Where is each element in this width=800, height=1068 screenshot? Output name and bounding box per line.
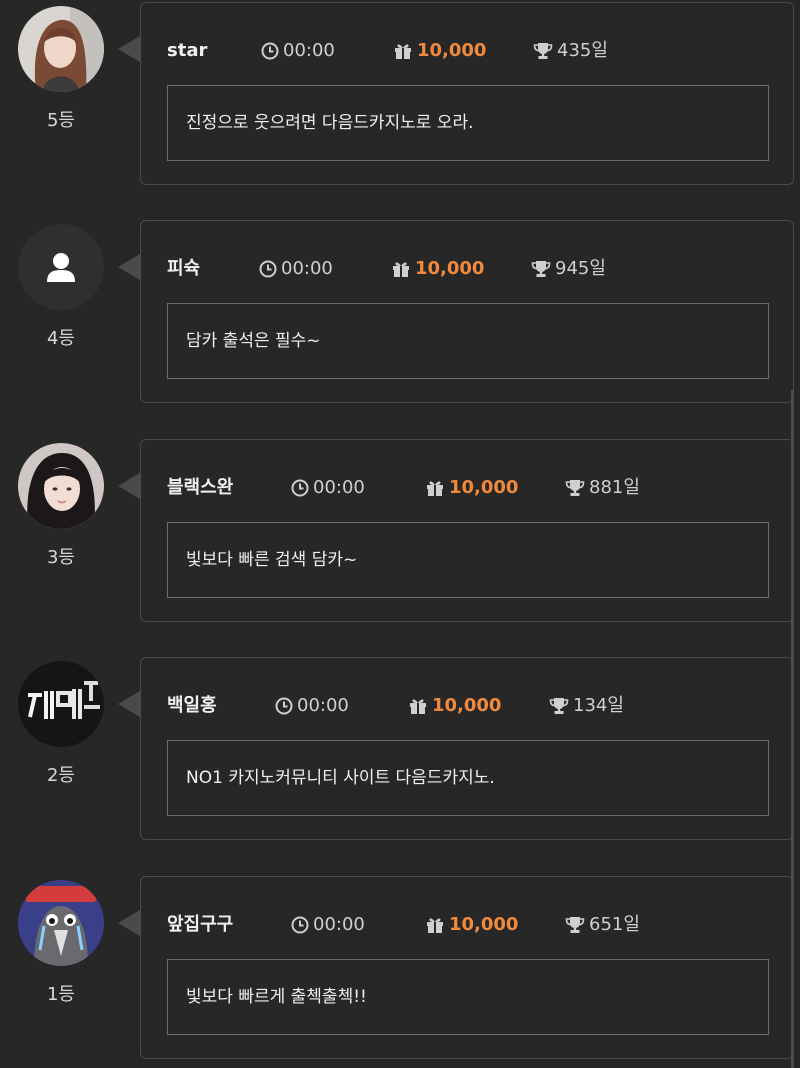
card-pointer <box>118 36 140 62</box>
points-stat: 10,000 <box>408 692 501 720</box>
time-stat: 00:00 <box>291 911 365 939</box>
neon-sign-photo-icon <box>18 661 104 747</box>
trophy-icon <box>531 260 551 278</box>
clock-icon <box>261 42 279 60</box>
list-item: 4등 피슉 00:00 10,000 945일 담카 출석은 필수~ <box>0 220 800 405</box>
gift-icon <box>425 916 445 934</box>
comment-card: 앞집구구 00:00 10,000 651일 빛보다 빠르게 출첵출첵!! <box>140 876 794 1059</box>
scrollbar[interactable] <box>791 390 794 1068</box>
gift-icon <box>391 260 411 278</box>
days-stat: 651일 <box>565 911 640 939</box>
points-stat: 10,000 <box>393 37 486 65</box>
comment-card: star 00:00 10,000 435일 진정으로 웃으려면 다음드카지노로 <box>140 2 794 185</box>
user-name[interactable]: 블랙스완 <box>167 474 233 502</box>
comment-text: 담카 출석은 필수~ <box>167 303 769 379</box>
points-value: 10,000 <box>415 258 485 279</box>
points-stat: 10,000 <box>391 255 484 283</box>
time-value: 00:00 <box>297 695 349 716</box>
days-stat: 435일 <box>533 37 608 65</box>
list-item: 5등 star 00:00 10,000 435일 진정으로 웃으려면 다음드카… <box>0 2 800 187</box>
points-value: 10,000 <box>449 477 519 498</box>
trophy-icon <box>565 479 585 497</box>
list-item: 1등 앞집구구 00:00 10,000 651일 빛보다 빠르게 출첵출첵!! <box>0 876 800 1061</box>
rank-label: 1등 <box>46 984 75 1005</box>
time-stat: 00:00 <box>261 37 335 65</box>
gift-icon <box>393 42 413 60</box>
woman-photo-icon <box>18 443 104 529</box>
user-name[interactable]: 앞집구구 <box>167 911 233 939</box>
rank-label: 3등 <box>46 547 75 568</box>
list-item: 3등 블랙스완 00:00 10,000 881일 빛보다 빠른 검색 담카~ <box>0 439 800 624</box>
clock-icon <box>275 697 293 715</box>
days-stat: 134일 <box>549 692 624 720</box>
card-pointer <box>118 254 140 280</box>
time-value: 00:00 <box>283 40 335 61</box>
days-value: 134일 <box>573 695 624 716</box>
comment-card: 블랙스완 00:00 10,000 881일 빛보다 빠른 검색 담카~ <box>140 439 794 622</box>
rank-label: 5등 <box>46 110 75 131</box>
clock-icon <box>259 260 277 278</box>
attendance-list: 5등 star 00:00 10,000 435일 진정으로 웃으려면 다음드카… <box>0 0 800 1068</box>
points-value: 10,000 <box>417 40 487 61</box>
trophy-icon <box>549 697 569 715</box>
comment-card: 백일홍 00:00 10,000 134일 NO1 카지노커뮤니티 사이트 다음… <box>140 657 794 840</box>
days-value: 945일 <box>555 258 606 279</box>
time-value: 00:00 <box>313 477 365 498</box>
time-stat: 00:00 <box>291 474 365 502</box>
user-name[interactable]: 피슉 <box>167 255 200 283</box>
comment-text: 진정으로 웃으려면 다음드카지노로 오라. <box>167 85 769 161</box>
trophy-icon <box>533 42 553 60</box>
days-stat: 881일 <box>565 474 640 502</box>
rank-label: 4등 <box>46 328 75 349</box>
points-value: 10,000 <box>449 914 519 935</box>
time-stat: 00:00 <box>275 692 349 720</box>
card-pointer <box>118 910 140 936</box>
time-stat: 00:00 <box>259 255 333 283</box>
gift-icon <box>408 697 428 715</box>
list-item: 2등 백일홍 00:00 10,000 134일 NO1 카지노커뮤니티 사이트… <box>0 657 800 842</box>
user-name[interactable]: 백일홍 <box>167 692 217 720</box>
time-value: 00:00 <box>281 258 333 279</box>
days-value: 435일 <box>557 40 608 61</box>
trophy-icon <box>565 916 585 934</box>
default-user-icon <box>18 224 104 310</box>
gift-icon <box>425 479 445 497</box>
days-value: 651일 <box>589 914 640 935</box>
points-stat: 10,000 <box>425 911 518 939</box>
days-stat: 945일 <box>531 255 606 283</box>
crying-bird-cartoon-icon <box>18 880 104 966</box>
card-pointer <box>118 691 140 717</box>
points-value: 10,000 <box>432 695 502 716</box>
time-value: 00:00 <box>313 914 365 935</box>
card-pointer <box>118 473 140 499</box>
woman-photo-icon <box>18 6 104 92</box>
clock-icon <box>291 479 309 497</box>
comment-card: 피슉 00:00 10,000 945일 담카 출석은 필수~ <box>140 220 794 403</box>
user-name[interactable]: star <box>167 37 207 65</box>
comment-text: NO1 카지노커뮤니티 사이트 다음드카지노. <box>167 740 769 816</box>
comment-text: 빛보다 빠르게 출첵출첵!! <box>167 959 769 1035</box>
days-value: 881일 <box>589 477 640 498</box>
rank-label: 2등 <box>46 765 75 786</box>
points-stat: 10,000 <box>425 474 518 502</box>
clock-icon <box>291 916 309 934</box>
comment-text: 빛보다 빠른 검색 담카~ <box>167 522 769 598</box>
